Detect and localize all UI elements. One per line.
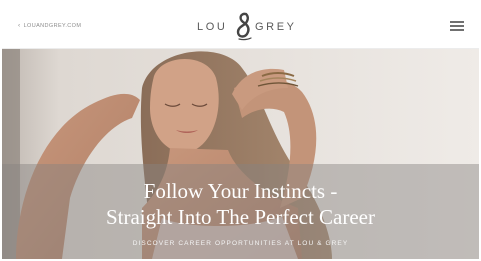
- back-to-site-link[interactable]: ‹ LOUANDGREY.COM: [18, 21, 81, 31]
- back-link-label: LOUANDGREY.COM: [23, 23, 82, 29]
- site-header: ‹ LOUANDGREY.COM LOU GREY: [2, 2, 479, 49]
- logo-word-grey: GREY: [255, 21, 297, 33]
- logo-word-lou: LOU: [197, 21, 228, 33]
- hero-title-line-1: Follow Your Instincts -: [143, 179, 338, 203]
- career-site-frame: ‹ LOUANDGREY.COM LOU GREY Follow Your In…: [2, 2, 479, 259]
- hamburger-menu-icon[interactable]: [450, 21, 464, 31]
- ampersand-logo-icon: [236, 12, 252, 41]
- lou-and-grey-logo[interactable]: LOU GREY: [197, 11, 307, 43]
- hero-banner: Follow Your Instincts - Straight Into Th…: [2, 48, 479, 259]
- chevron-left-icon: ‹: [18, 21, 21, 29]
- career-opportunities-link[interactable]: DISCOVER CAREER OPPORTUNITIES AT LOU & G…: [2, 240, 479, 247]
- hero-title-line-2: Straight Into The Perfect Career: [105, 205, 375, 229]
